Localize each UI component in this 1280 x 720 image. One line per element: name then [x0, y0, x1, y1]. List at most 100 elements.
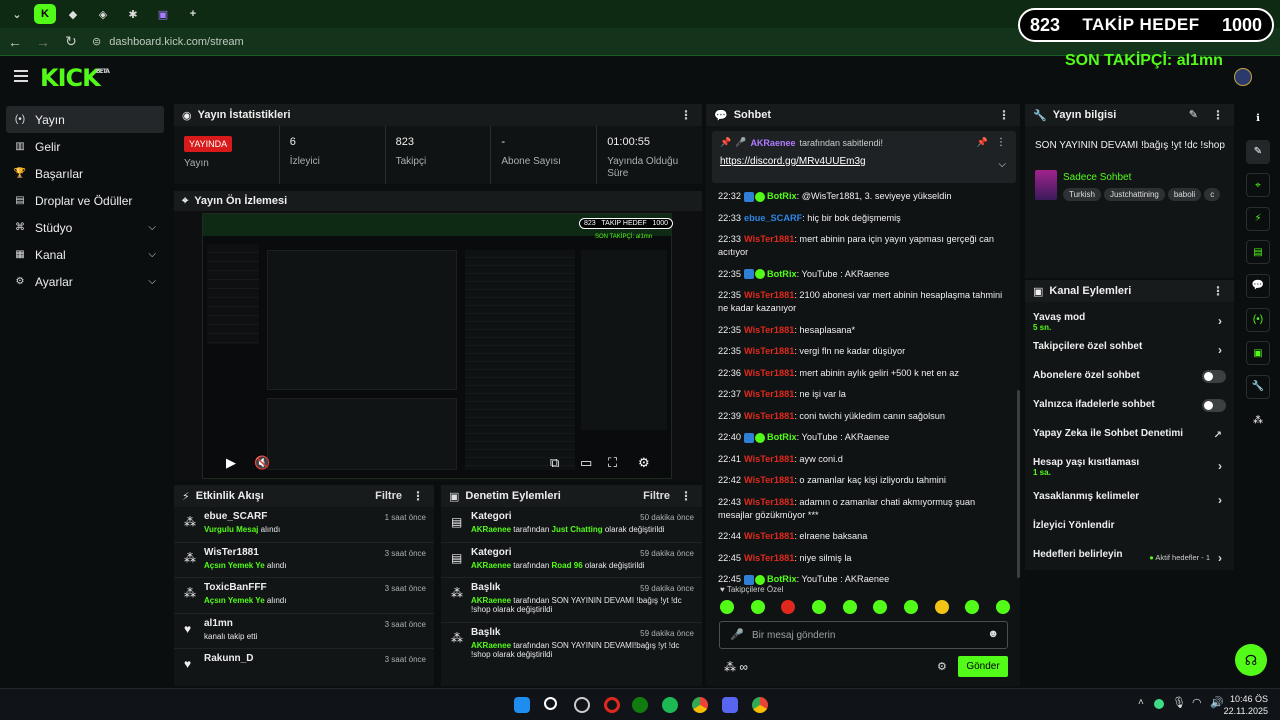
tab-3[interactable]: ◈: [90, 3, 116, 25]
chat-message[interactable]: 22:43 WisTer1881: adamın o zamanlar chati…: [718, 496, 1008, 522]
pinned-by-user[interactable]: AKRaenee: [750, 138, 795, 148]
banned-words-row[interactable]: Yasaklanmış kelimeler ›: [1025, 485, 1234, 514]
chat-username[interactable]: WisTer1881: [744, 531, 794, 541]
chrome-icon[interactable]: [692, 697, 708, 713]
tab-2[interactable]: ◆: [60, 3, 86, 25]
theater-icon[interactable]: ▭: [580, 455, 592, 471]
chat-username[interactable]: BotRix: [767, 574, 797, 584]
more-icon[interactable]: ⋮: [1212, 284, 1224, 298]
emote-icon[interactable]: [903, 600, 918, 614]
avatar[interactable]: [1234, 68, 1252, 86]
url-text[interactable]: dashboard.kick.com/stream: [109, 36, 244, 48]
channel-actions-icon[interactable]: ▣: [1246, 341, 1270, 366]
chat-message[interactable]: 22:37 WisTer1881: ne işi var la: [718, 388, 1008, 401]
tray-chevron-icon[interactable]: ˄: [1138, 697, 1144, 708]
fullscreen-icon[interactable]: ⛶: [608, 455, 617, 471]
help-icon[interactable]: ☊: [1235, 644, 1267, 676]
pinned-link[interactable]: https://discord.gg/MRv4UUEm3g: [720, 156, 1008, 167]
chat-username[interactable]: BotRix: [767, 432, 797, 442]
bolt-icon[interactable]: ⚡: [1246, 206, 1270, 231]
info-icon[interactable]: ℹ: [1246, 106, 1270, 130]
site-info-icon[interactable]: ⊜: [92, 35, 101, 48]
sidebar-item-drops[interactable]: ▤ Droplar ve Ödüller: [6, 187, 164, 214]
tab-kick[interactable]: K: [34, 4, 56, 24]
sidebar-item-achievements[interactable]: 🏆 Başarılar: [6, 160, 164, 187]
emote-icon[interactable]: [720, 600, 734, 614]
chat-message[interactable]: 22:33 WisTer1881: mert abinin para için y…: [718, 233, 1008, 259]
emote-icon[interactable]: [995, 600, 1010, 614]
chat-message[interactable]: 22:40 BotRix: YouTube : AKRaenee: [718, 431, 1008, 444]
account-age-row[interactable]: Hesap yaşı kısıtlaması 1 sa. ›: [1025, 451, 1234, 485]
chat-message[interactable]: 22:35 BotRix: YouTube : AKRaenee: [718, 268, 1008, 281]
chat-username[interactable]: WisTer1881: [744, 234, 794, 244]
emote-icon[interactable]: [842, 600, 857, 614]
chevron-down-icon[interactable]: ⌵: [998, 159, 1006, 170]
sidebar-item-studio[interactable]: ⌘ Stüdyo ⌵: [6, 214, 164, 241]
followers-only-row[interactable]: Takipçilere özel sohbet ›: [1025, 335, 1234, 364]
preview-video[interactable]: 823 TAKİP HEDEF 1000 SON TAKİPÇİ: al1mn: [202, 213, 674, 479]
activity-filter-button[interactable]: Filtre: [375, 490, 402, 502]
moderation-toggle-icon[interactable]: ▤: [1246, 240, 1270, 265]
emote-icon[interactable]: [811, 600, 826, 614]
stream-preview[interactable]: 823 TAKİP HEDEF 1000 SON TAKİPÇİ: al1mn …: [174, 211, 702, 481]
menu-icon[interactable]: [14, 70, 28, 82]
chat-username[interactable]: ebue_SCARF: [744, 213, 802, 223]
url-field[interactable]: ⊜ dashboard.kick.com/stream: [92, 35, 244, 49]
discord-icon[interactable]: [722, 697, 738, 713]
emote-icon[interactable]: [750, 600, 765, 614]
start-icon[interactable]: [514, 697, 530, 713]
chat-message[interactable]: 22:32 BotRix: @WisTer1881, 3. seviyeye yü…: [718, 190, 1008, 203]
kick-logo[interactable]: KICK BETA: [40, 64, 110, 92]
wifi-icon[interactable]: ◠: [1192, 696, 1202, 709]
preview-toggle-icon[interactable]: ⌖: [1246, 173, 1270, 198]
chat-scrollbar[interactable]: [1017, 390, 1020, 578]
wrench-icon[interactable]: 🔧: [1246, 374, 1270, 399]
chat-message[interactable]: 22:35 WisTer1881: vergi fln ne kadar düşü…: [718, 345, 1008, 358]
slow-mode-row[interactable]: Yavaş mod 5 sn. ›: [1025, 306, 1234, 335]
chat-message[interactable]: 22:35 WisTer1881: 2100 abonesi var mert a…: [718, 289, 1008, 315]
send-button[interactable]: Gönder: [958, 656, 1008, 677]
edit-icon[interactable]: ✎: [1189, 108, 1198, 121]
chat-settings-icon[interactable]: ⚙: [937, 660, 947, 673]
chat-toggle-icon[interactable]: 💬: [1246, 273, 1270, 298]
chat-message[interactable]: 22:45 WisTer1881: niye silmiş la: [718, 552, 1008, 565]
mute-icon[interactable]: 🔇: [254, 455, 270, 471]
tab-5[interactable]: ▣: [150, 3, 176, 25]
sidebar-item-settings[interactable]: ⚙ Ayarlar ⌵: [6, 268, 164, 295]
unpin-icon[interactable]: 📌: [977, 137, 988, 148]
chat-username[interactable]: WisTer1881: [744, 290, 794, 300]
more-icon[interactable]: ⋮: [1212, 108, 1224, 122]
chat-username[interactable]: WisTer1881: [744, 325, 794, 335]
search-icon[interactable]: [544, 697, 557, 710]
emoji-icon[interactable]: ☻: [987, 628, 999, 640]
chat-username[interactable]: WisTer1881: [744, 411, 794, 421]
chat-message[interactable]: 22:42 WisTer1881: o zamanlar kaç kişi izl…: [718, 474, 1008, 487]
edit-icon[interactable]: ✎: [1246, 139, 1270, 164]
sidebar-item-channel[interactable]: ▦ Kanal ⌵: [6, 241, 164, 268]
chat-message[interactable]: 22:33 ebue_SCARF: hiç bir bok değişmemiş: [718, 212, 1008, 225]
microphone-icon[interactable]: 🎙: [1172, 696, 1186, 709]
reload-icon[interactable]: ↻: [64, 33, 78, 50]
chrome-profile-icon[interactable]: [752, 697, 768, 713]
emote-icon[interactable]: [781, 600, 796, 614]
emote-icon[interactable]: [965, 600, 980, 614]
chat-message[interactable]: 22:39 WisTer1881: coni twichi yükledim ca…: [718, 410, 1008, 423]
moderation-filter-button[interactable]: Filtre: [643, 490, 670, 502]
chat-actions-icon[interactable]: ⁂ ∞: [724, 660, 748, 674]
back-icon[interactable]: ←: [8, 34, 22, 50]
chat-username[interactable]: WisTer1881: [744, 553, 794, 563]
chrome-beta-icon[interactable]: [574, 697, 590, 713]
chat-username[interactable]: WisTer1881: [744, 368, 794, 378]
more-icon[interactable]: ⋮: [996, 137, 1006, 148]
subscribers-only-toggle[interactable]: [1202, 370, 1226, 383]
clip-icon[interactable]: ⧉: [550, 455, 559, 471]
chat-message[interactable]: 22:41 WisTer1881: ayw coni.d: [718, 453, 1008, 466]
xbox-icon[interactable]: [632, 697, 648, 713]
chat-username[interactable]: WisTer1881: [744, 497, 794, 507]
chat-input[interactable]: 🎤 Bir mesaj gönderin ☻: [719, 621, 1008, 649]
opera-icon[interactable]: [604, 697, 620, 713]
chat-username[interactable]: WisTer1881: [744, 454, 794, 464]
volume-icon[interactable]: 🔊: [1210, 696, 1224, 709]
tab-4[interactable]: ✱: [120, 3, 146, 25]
more-icon[interactable]: ⋮: [680, 108, 692, 122]
